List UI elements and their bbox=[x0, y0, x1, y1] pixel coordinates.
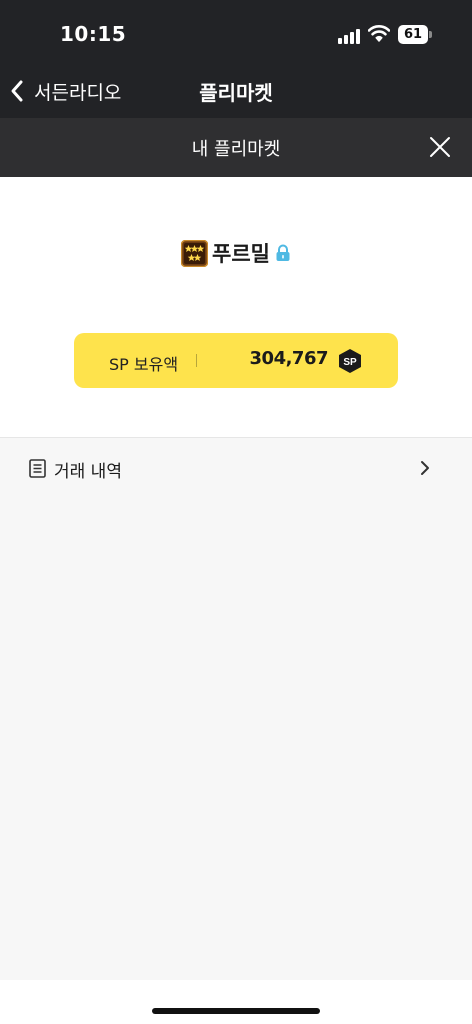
close-icon[interactable] bbox=[428, 135, 452, 159]
nav-bar: 서든라디오 플리마켓 bbox=[0, 62, 472, 118]
transaction-history-label: 거래 내역 bbox=[54, 462, 122, 482]
cellular-signal-icon bbox=[338, 28, 362, 44]
sp-balance-card[interactable]: SP 보유액 304,767 SP bbox=[74, 333, 398, 388]
profile-name: 푸르밀 bbox=[212, 242, 270, 266]
sp-balance-value: 304,767 bbox=[249, 348, 329, 369]
sp-balance-label: SP 보유액 bbox=[109, 355, 179, 374]
grade-badge-icon bbox=[181, 239, 209, 267]
sp-coin-text: SP bbox=[343, 357, 357, 368]
profile-row: 푸르밀 bbox=[0, 238, 472, 268]
chevron-right-icon bbox=[421, 461, 429, 475]
sub-header: 내 플리마켓 bbox=[0, 118, 472, 177]
transaction-history-row[interactable]: 거래 내역 bbox=[0, 438, 472, 498]
home-area bbox=[0, 980, 472, 1024]
sp-divider bbox=[196, 354, 197, 367]
battery-level: 61 bbox=[398, 25, 428, 44]
content-area bbox=[0, 498, 472, 980]
document-list-icon bbox=[29, 459, 46, 478]
profile-section: 푸르밀 SP 보유액 304,767 SP bbox=[0, 177, 472, 438]
home-indicator[interactable] bbox=[152, 1008, 320, 1014]
sub-header-title: 내 플리마켓 bbox=[191, 139, 281, 160]
page-title: 플리마켓 bbox=[199, 81, 273, 105]
sp-coin-icon: SP bbox=[339, 349, 361, 373]
battery-icon: 61 bbox=[398, 25, 432, 44]
status-bar: 10:15 61 bbox=[0, 0, 472, 62]
wifi-icon bbox=[368, 25, 390, 42]
lock-icon bbox=[276, 244, 290, 261]
status-time: 10:15 bbox=[60, 22, 127, 46]
